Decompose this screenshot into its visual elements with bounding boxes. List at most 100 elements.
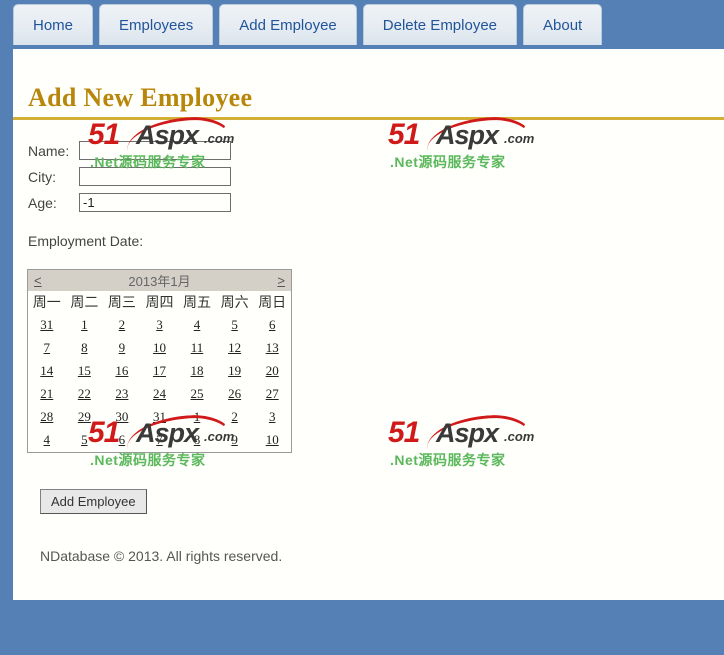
calendar-day-link[interactable]: 2 bbox=[119, 317, 126, 332]
watermark-tagline: .Net源码服务专家 bbox=[90, 452, 206, 468]
calendar-day-cell[interactable]: 9 bbox=[103, 337, 141, 360]
calendar-day-link[interactable]: 25 bbox=[191, 386, 204, 401]
calendar-day-cell[interactable]: 5 bbox=[216, 314, 254, 337]
calendar-day-cell[interactable]: 17 bbox=[141, 360, 179, 383]
calendar-day-cell[interactable]: 3 bbox=[141, 314, 179, 337]
tab-delete-employee[interactable]: Delete Employee bbox=[362, 4, 518, 45]
calendar-day-cell[interactable]: 22 bbox=[66, 383, 104, 406]
calendar-day-link[interactable]: 19 bbox=[228, 363, 241, 378]
calendar-day-link[interactable]: 3 bbox=[269, 409, 276, 424]
calendar-day-cell[interactable]: 13 bbox=[253, 337, 291, 360]
calendar-day-link[interactable]: 11 bbox=[191, 340, 204, 355]
calendar-day-link[interactable]: 21 bbox=[40, 386, 53, 401]
calendar-day-cell[interactable]: 16 bbox=[103, 360, 141, 383]
calendar-day-link[interactable]: 18 bbox=[191, 363, 204, 378]
calendar-day-link[interactable]: 23 bbox=[115, 386, 128, 401]
calendar-day-link[interactable]: 14 bbox=[40, 363, 53, 378]
calendar-day-cell[interactable]: 5 bbox=[66, 429, 104, 453]
calendar-day-link[interactable]: 10 bbox=[153, 340, 166, 355]
calendar-day-cell[interactable]: 27 bbox=[253, 383, 291, 406]
calendar-day-link[interactable]: 10 bbox=[266, 432, 279, 447]
calendar-day-link[interactable]: 9 bbox=[119, 340, 126, 355]
calendar-day-link[interactable]: 15 bbox=[78, 363, 91, 378]
calendar-week-row: 28 29 30 31 1 2 3 bbox=[28, 406, 292, 429]
calendar-day-link[interactable]: 3 bbox=[156, 317, 163, 332]
calendar-day-cell[interactable]: 6 bbox=[253, 314, 291, 337]
calendar-day-link[interactable]: 31 bbox=[153, 409, 166, 424]
calendar-day-link[interactable]: 8 bbox=[194, 432, 201, 447]
calendar-day-link[interactable]: 20 bbox=[266, 363, 279, 378]
employment-date-label: Employment Date: bbox=[28, 233, 144, 249]
calendar-day-cell[interactable]: 31 bbox=[28, 314, 66, 337]
calendar-day-cell[interactable]: 15 bbox=[66, 360, 104, 383]
calendar-day-link[interactable]: 9 bbox=[231, 432, 238, 447]
calendar-day-link[interactable]: 16 bbox=[115, 363, 128, 378]
calendar-day-cell[interactable]: 30 bbox=[103, 406, 141, 429]
calendar-day-link[interactable]: 6 bbox=[119, 432, 126, 447]
calendar-day-cell[interactable]: 2 bbox=[103, 314, 141, 337]
calendar-day-link[interactable]: 7 bbox=[44, 340, 51, 355]
calendar-day-cell[interactable]: 4 bbox=[178, 314, 216, 337]
calendar-day-link[interactable]: 5 bbox=[81, 432, 88, 447]
calendar-day-link[interactable]: 29 bbox=[78, 409, 91, 424]
calendar-next-month-link[interactable]: > bbox=[277, 273, 285, 288]
calendar-day-cell[interactable]: 2 bbox=[216, 406, 254, 429]
calendar-day-cell[interactable]: 7 bbox=[28, 337, 66, 360]
calendar-day-cell[interactable]: 3 bbox=[253, 406, 291, 429]
tab-home[interactable]: Home bbox=[13, 4, 94, 45]
tab-employees[interactable]: Employees bbox=[99, 4, 214, 45]
calendar-day-cell[interactable]: 21 bbox=[28, 383, 66, 406]
calendar-day-link[interactable]: 13 bbox=[266, 340, 279, 355]
calendar-day-link[interactable]: 4 bbox=[194, 317, 201, 332]
calendar-day-cell[interactable]: 19 bbox=[216, 360, 254, 383]
calendar-day-cell[interactable]: 26 bbox=[216, 383, 254, 406]
calendar-day-cell[interactable]: 10 bbox=[253, 429, 291, 453]
calendar-day-link[interactable]: 28 bbox=[40, 409, 53, 424]
calendar-day-link[interactable]: 4 bbox=[44, 432, 51, 447]
calendar-day-link[interactable]: 6 bbox=[269, 317, 276, 332]
tab-add-employee[interactable]: Add Employee bbox=[219, 4, 357, 45]
calendar-day-cell[interactable]: 7 bbox=[141, 429, 179, 453]
calendar-day-link[interactable]: 22 bbox=[78, 386, 91, 401]
calendar-day-link[interactable]: 26 bbox=[228, 386, 241, 401]
calendar-day-cell[interactable]: 1 bbox=[66, 314, 104, 337]
calendar-day-cell[interactable]: 18 bbox=[178, 360, 216, 383]
calendar-day-cell[interactable]: 28 bbox=[28, 406, 66, 429]
calendar-day-link[interactable]: 12 bbox=[228, 340, 241, 355]
calendar-day-cell[interactable]: 20 bbox=[253, 360, 291, 383]
calendar-day-cell[interactable]: 4 bbox=[28, 429, 66, 453]
calendar-day-link[interactable]: 30 bbox=[115, 409, 128, 424]
calendar-day-link[interactable]: 8 bbox=[81, 340, 88, 355]
calendar-day-link[interactable]: 1 bbox=[81, 317, 88, 332]
tab-about[interactable]: About bbox=[523, 4, 603, 45]
calendar-day-link[interactable]: 24 bbox=[153, 386, 166, 401]
calendar-day-link[interactable]: 17 bbox=[153, 363, 166, 378]
calendar-day-cell[interactable]: 6 bbox=[103, 429, 141, 453]
calendar-day-cell[interactable]: 14 bbox=[28, 360, 66, 383]
calendar-day-cell[interactable]: 8 bbox=[66, 337, 104, 360]
calendar-day-cell[interactable]: 31 bbox=[141, 406, 179, 429]
calendar-day-cell[interactable]: 1 bbox=[178, 406, 216, 429]
calendar-day-cell[interactable]: 9 bbox=[216, 429, 254, 453]
calendar-day-cell[interactable]: 29 bbox=[66, 406, 104, 429]
age-input[interactable] bbox=[79, 193, 231, 212]
calendar-day-cell[interactable]: 25 bbox=[178, 383, 216, 406]
calendar-day-cell[interactable]: 10 bbox=[141, 337, 179, 360]
calendar-day-link[interactable]: 31 bbox=[40, 317, 53, 332]
calendar-prev-month-link[interactable]: < bbox=[34, 273, 42, 288]
calendar-day-cell[interactable]: 12 bbox=[216, 337, 254, 360]
calendar-day-cell[interactable]: 11 bbox=[178, 337, 216, 360]
calendar-day-link[interactable]: 7 bbox=[156, 432, 163, 447]
calendar-day-link[interactable]: 2 bbox=[231, 409, 238, 424]
name-input[interactable] bbox=[79, 141, 231, 160]
calendar-day-link[interactable]: 1 bbox=[194, 409, 201, 424]
calendar-day-link[interactable]: 5 bbox=[231, 317, 238, 332]
add-employee-button[interactable]: Add Employee bbox=[40, 489, 147, 514]
calendar-day-link[interactable]: 27 bbox=[266, 386, 279, 401]
calendar-day-cell[interactable]: 23 bbox=[103, 383, 141, 406]
calendar-day-cell[interactable]: 8 bbox=[178, 429, 216, 453]
calendar-dayname-sun: 周日 bbox=[258, 296, 287, 311]
city-input[interactable] bbox=[79, 167, 231, 186]
calendar-day-cell[interactable]: 24 bbox=[141, 383, 179, 406]
employment-date-calendar[interactable]: < 2013年1月 > 周一 周二 周三 周四 周五 周六 周日 31 1 2 … bbox=[27, 269, 292, 453]
